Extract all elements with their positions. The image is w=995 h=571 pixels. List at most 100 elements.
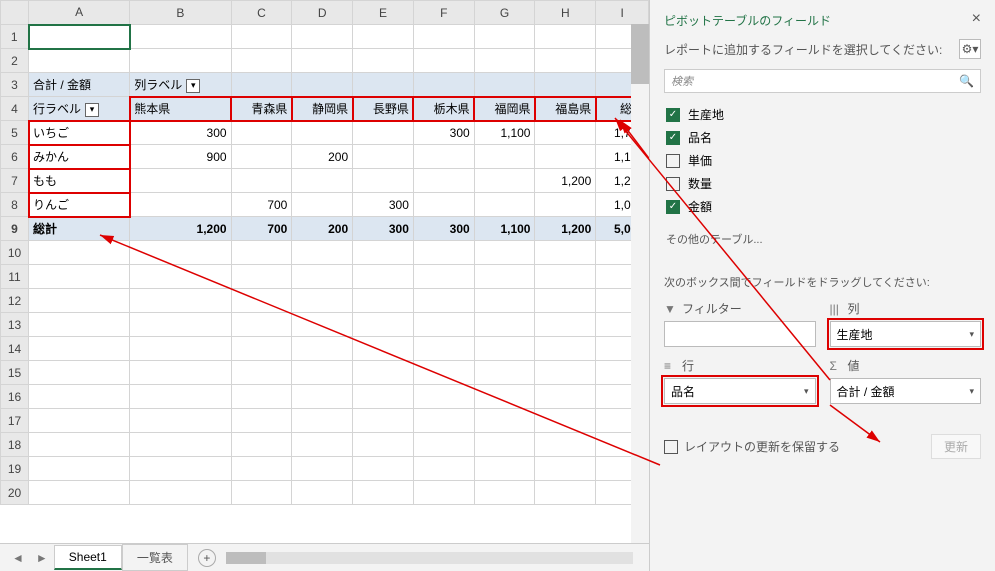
row-header[interactable]: 18 bbox=[1, 433, 29, 457]
pivot-cell[interactable] bbox=[413, 169, 474, 193]
row-header[interactable]: 10 bbox=[1, 241, 29, 265]
pivot-data-row[interactable]: 8 りんご7003001,000 bbox=[1, 193, 649, 217]
pivot-cell[interactable]: 300 bbox=[130, 121, 231, 145]
row-header[interactable]: 4 bbox=[1, 97, 29, 121]
pivot-cell[interactable] bbox=[413, 145, 474, 169]
pivot-data-row[interactable]: 7 もも1,2001,200 bbox=[1, 169, 649, 193]
row-header[interactable]: 11 bbox=[1, 265, 29, 289]
pivot-cell[interactable] bbox=[353, 145, 414, 169]
checkbox-icon[interactable] bbox=[666, 177, 680, 191]
col-header[interactable]: D bbox=[292, 1, 353, 25]
pivot-data-row[interactable]: 5 いちご3003001,1001,700 bbox=[1, 121, 649, 145]
pivot-cell[interactable]: 300 bbox=[413, 121, 474, 145]
values-field-item[interactable]: 合計 / 金額▾ bbox=[830, 378, 982, 404]
pivot-cell[interactable] bbox=[413, 193, 474, 217]
row-header[interactable]: 13 bbox=[1, 313, 29, 337]
row-header[interactable]: 19 bbox=[1, 457, 29, 481]
row-header[interactable]: 2 bbox=[1, 49, 29, 73]
row-header[interactable]: 20 bbox=[1, 481, 29, 505]
pivot-cell[interactable] bbox=[231, 169, 292, 193]
pivot-cell[interactable] bbox=[130, 169, 231, 193]
pivot-row-label-cell[interactable]: 行ラベル▾ bbox=[29, 97, 130, 121]
pivot-col-header[interactable]: 栃木県 bbox=[413, 97, 474, 121]
pivot-cell[interactable]: 200 bbox=[292, 145, 353, 169]
checkbox-icon[interactable]: ✓ bbox=[666, 131, 680, 145]
row-header[interactable]: 12 bbox=[1, 289, 29, 313]
field-item[interactable]: ✓金額 bbox=[664, 195, 981, 218]
close-icon[interactable]: × bbox=[972, 10, 981, 28]
filter-zone[interactable]: ▼フィルター bbox=[664, 300, 816, 347]
row-header[interactable]: 16 bbox=[1, 385, 29, 409]
rows-zone[interactable]: ≡行 品名▾ bbox=[664, 357, 816, 404]
pivot-row-label[interactable]: みかん bbox=[29, 145, 130, 169]
rows-field-item[interactable]: 品名▾ bbox=[664, 378, 816, 404]
columns-field-item[interactable]: 生産地▾ bbox=[830, 321, 982, 347]
other-tables-link[interactable]: その他のテーブル... bbox=[664, 228, 981, 250]
field-item[interactable]: 単価 bbox=[664, 149, 981, 172]
gear-icon[interactable]: ⚙▾ bbox=[959, 39, 981, 59]
col-header[interactable]: A bbox=[29, 1, 130, 25]
select-all-corner[interactable] bbox=[1, 1, 29, 25]
row-header[interactable]: 5 bbox=[1, 121, 29, 145]
pivot-row-label[interactable]: いちご bbox=[29, 121, 130, 145]
pivot-col-header[interactable]: 福岡県 bbox=[474, 97, 535, 121]
defer-layout-checkbox[interactable]: レイアウトの更新を保留する bbox=[664, 438, 840, 455]
pivot-cell[interactable] bbox=[353, 121, 414, 145]
pivot-col-header[interactable]: 青森県 bbox=[231, 97, 292, 121]
grid-area[interactable]: A B C D E F G H I 1 2 3 合計 / 金額 列ラベル▾ 4 … bbox=[0, 0, 649, 543]
sheet-tab-inactive[interactable]: 一覧表 bbox=[122, 544, 188, 571]
pivot-cell[interactable] bbox=[535, 193, 596, 217]
tab-scroll-right-icon[interactable]: ► bbox=[30, 551, 54, 565]
pivot-cell[interactable] bbox=[231, 145, 292, 169]
chevron-down-icon[interactable]: ▾ bbox=[969, 386, 974, 397]
scrollbar-thumb[interactable] bbox=[631, 24, 649, 84]
pivot-cell[interactable] bbox=[474, 145, 535, 169]
pivot-col-header[interactable]: 長野県 bbox=[353, 97, 414, 121]
pivot-data-row[interactable]: 6 みかん9002001,100 bbox=[1, 145, 649, 169]
col-header[interactable]: G bbox=[474, 1, 535, 25]
column-label-dropdown-icon[interactable]: ▾ bbox=[186, 79, 200, 93]
pivot-row-label[interactable]: りんご bbox=[29, 193, 130, 217]
chevron-down-icon[interactable]: ▾ bbox=[969, 329, 974, 340]
pivot-cell[interactable] bbox=[130, 193, 231, 217]
active-cell[interactable] bbox=[29, 25, 130, 49]
row-label-dropdown-icon[interactable]: ▾ bbox=[85, 103, 99, 117]
values-zone[interactable]: Σ値 合計 / 金額▾ bbox=[830, 357, 982, 404]
pivot-cell[interactable] bbox=[231, 121, 292, 145]
pivot-cell[interactable]: 1,100 bbox=[474, 121, 535, 145]
pivot-cell[interactable] bbox=[292, 169, 353, 193]
field-item[interactable]: ✓品名 bbox=[664, 126, 981, 149]
scrollbar-thumb[interactable] bbox=[226, 552, 266, 564]
row-header[interactable]: 14 bbox=[1, 337, 29, 361]
chevron-down-icon[interactable]: ▾ bbox=[804, 386, 809, 397]
tab-scroll-left-icon[interactable]: ◄ bbox=[6, 551, 30, 565]
row-header[interactable]: 6 bbox=[1, 145, 29, 169]
search-input[interactable]: 検索 🔍 bbox=[664, 69, 981, 93]
row-header[interactable]: 17 bbox=[1, 409, 29, 433]
checkbox-icon[interactable]: ✓ bbox=[666, 108, 680, 122]
pivot-measure-cell[interactable]: 合計 / 金額 bbox=[29, 73, 130, 97]
worksheet-grid[interactable]: A B C D E F G H I 1 2 3 合計 / 金額 列ラベル▾ 4 … bbox=[0, 0, 649, 505]
pivot-cell[interactable] bbox=[292, 193, 353, 217]
new-sheet-button[interactable]: + bbox=[198, 549, 216, 567]
checkbox-icon[interactable]: ✓ bbox=[666, 200, 680, 214]
pivot-cell[interactable] bbox=[474, 193, 535, 217]
col-header[interactable]: I bbox=[596, 1, 649, 25]
vertical-scrollbar[interactable] bbox=[631, 24, 649, 543]
pivot-total-label[interactable]: 総計 bbox=[29, 217, 130, 241]
pivot-col-header[interactable]: 熊本県 bbox=[130, 97, 231, 121]
col-header[interactable]: H bbox=[535, 1, 596, 25]
pivot-total-row[interactable]: 9 総計 1,200 700 200 300 300 1,100 1,200 5… bbox=[1, 217, 649, 241]
pivot-cell[interactable] bbox=[292, 121, 353, 145]
pivot-cell[interactable]: 900 bbox=[130, 145, 231, 169]
pivot-cell[interactable]: 700 bbox=[231, 193, 292, 217]
col-header[interactable]: F bbox=[413, 1, 474, 25]
row-header[interactable]: 3 bbox=[1, 73, 29, 97]
pivot-row-label[interactable]: もも bbox=[29, 169, 130, 193]
row-header[interactable]: 9 bbox=[1, 217, 29, 241]
pivot-col-header[interactable]: 静岡県 bbox=[292, 97, 353, 121]
pivot-cell[interactable]: 1,200 bbox=[535, 169, 596, 193]
pivot-col-header[interactable]: 福島県 bbox=[535, 97, 596, 121]
row-header[interactable]: 7 bbox=[1, 169, 29, 193]
pivot-column-label-cell[interactable]: 列ラベル▾ bbox=[130, 73, 231, 97]
